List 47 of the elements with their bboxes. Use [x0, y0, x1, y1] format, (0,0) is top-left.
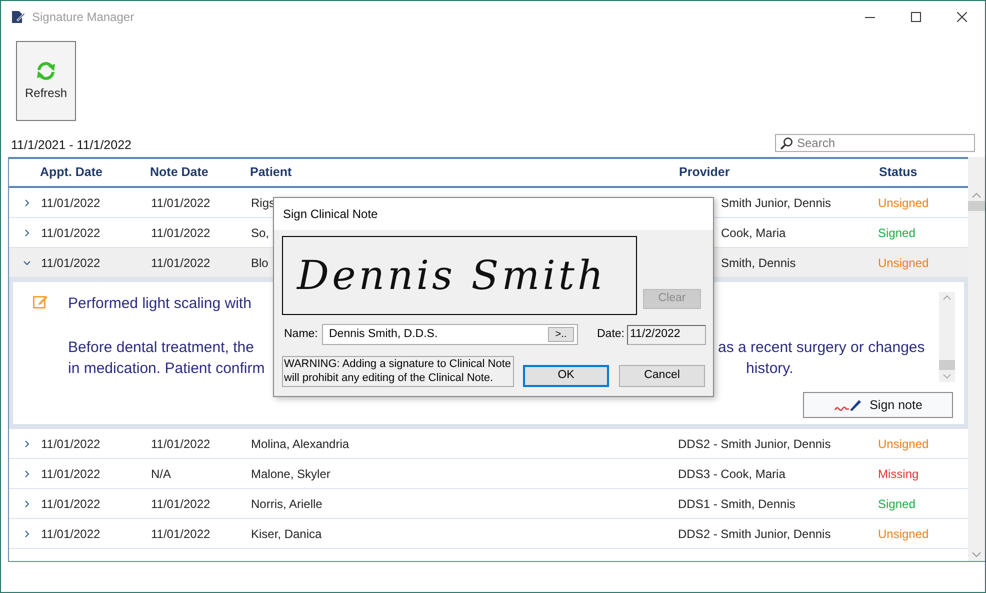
table-cell: 11/01/2022 [151, 256, 210, 270]
table-cell: Blo [251, 256, 268, 270]
table-cell: 11/01/2022 [151, 496, 210, 510]
table-cell: Smith, Dennis [721, 256, 796, 270]
status-text: Unsigned [878, 526, 929, 540]
status-text: Missing [878, 466, 919, 480]
table-cell: Cook, Maria [721, 226, 786, 240]
note-text: history. [746, 360, 794, 378]
name-label: Name: [284, 326, 319, 342]
table-cell: Molina, Alexandria [251, 436, 350, 450]
table-cell: So, [251, 226, 270, 240]
signature-text: Dennis Smith [297, 252, 606, 300]
table-cell: Smith Junior, Dennis [721, 196, 832, 210]
note-text: Performed light scaling with [68, 295, 252, 312]
table-cell: 11/01/2022 [41, 436, 100, 450]
date-label: Date: [597, 326, 626, 342]
status-text: Signed [878, 226, 916, 240]
table-cell: DDS3 - Cook, Maria [678, 466, 786, 480]
window-title: Signature Manager [32, 8, 134, 26]
table-cell: DDS2 - Smith Junior, Dennis [678, 526, 831, 540]
table-cell: 11/01/2022 [41, 196, 100, 210]
table-cell: Norris, Arielle [251, 496, 322, 510]
table-cell: 11/01/2022 [41, 466, 100, 480]
table-cell: DDS2 - Smith Junior, Dennis [678, 436, 831, 450]
note-text: Before dental treatment, the [68, 339, 254, 356]
status-text: Unsigned [878, 196, 929, 210]
note-text: as a recent surgery or changes [718, 339, 925, 356]
status-text: Unsigned [878, 436, 929, 450]
table-cell: 11/01/2022 [151, 196, 210, 210]
table-cell: 11/01/2022 [41, 526, 100, 540]
table-cell: Kiser, Danica [251, 526, 322, 540]
table-cell: 11/01/2022 [151, 526, 210, 540]
table-cell: 11/01/2022 [41, 496, 100, 510]
warning-text: WARNING: Adding a signature to Clinical Note will prohibit any editing of the Clinical Note. [282, 356, 514, 387]
table-cell: N/A [151, 466, 172, 480]
note-text: in medication. Patient confirm [68, 360, 265, 378]
name-value: Dennis Smith, D.D.S. [329, 326, 439, 342]
table-cell: 11/01/2022 [41, 256, 100, 270]
table-cell: 11/01/2022 [41, 226, 100, 240]
dialog-title: Sign Clinical Note [283, 206, 378, 223]
table-cell: DDS1 - Smith, Dennis [678, 496, 796, 510]
date-range: 11/1/2021 - 11/1/2022 [11, 137, 132, 154]
table-cell: 11/01/2022 [151, 436, 210, 450]
table-cell: Malone, Skyler [251, 466, 330, 480]
status-text: Signed [878, 496, 916, 510]
status-text: Unsigned [878, 256, 929, 270]
table-cell: 11/01/2022 [151, 226, 210, 240]
